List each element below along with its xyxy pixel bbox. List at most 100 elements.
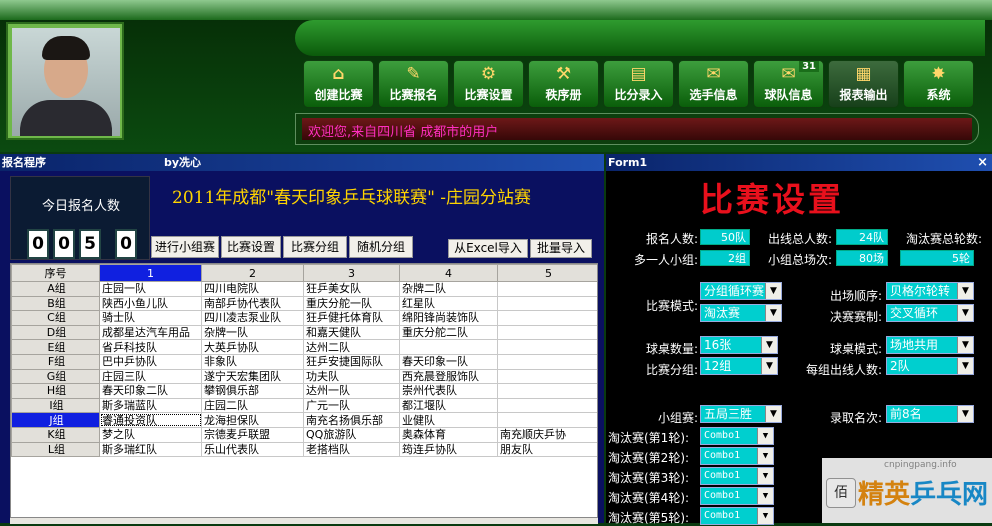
team-cell[interactable]: 崇州代表队 bbox=[399, 383, 498, 399]
team-cell[interactable]: 大英乒协队 bbox=[201, 339, 304, 355]
tab-settings[interactable]: 比赛设置 bbox=[221, 236, 281, 258]
team-cell[interactable]: 骑士队 bbox=[99, 310, 202, 326]
mode-select-1[interactable]: 分组循环赛 ▼ bbox=[700, 282, 782, 300]
nav-button-1[interactable]: ✎ 比赛报名 bbox=[378, 60, 449, 108]
table-mode-select[interactable]: 场地共用 ▼ bbox=[886, 336, 974, 354]
team-cell[interactable]: 广元一队 bbox=[303, 397, 400, 414]
nav-button-7[interactable]: ▦ 报表输出 bbox=[828, 60, 899, 108]
team-cell[interactable]: 老搭档队 bbox=[303, 441, 400, 458]
team-cell[interactable]: 红星队 bbox=[399, 295, 498, 312]
nav-button-2[interactable]: ⚙ 比赛设置 bbox=[453, 60, 524, 108]
team-cell[interactable] bbox=[497, 339, 597, 355]
team-cell[interactable]: 南部乒协代表队 bbox=[201, 295, 304, 312]
row-header[interactable]: G组 bbox=[11, 368, 100, 385]
team-cell[interactable]: 四川电院队 bbox=[201, 281, 304, 297]
tab-group-stage[interactable]: 进行小组赛 bbox=[151, 236, 219, 258]
team-cell[interactable]: 梦之队 bbox=[99, 426, 202, 443]
column-header[interactable]: 5 bbox=[497, 264, 597, 282]
team-cell[interactable]: 巴中乒协队 bbox=[99, 353, 202, 370]
team-cell[interactable]: 乐山代表队 bbox=[201, 441, 304, 458]
team-cell[interactable]: 非象队 bbox=[201, 353, 304, 370]
team-cell[interactable]: 西充晨登服饰队 bbox=[399, 368, 498, 385]
nav-button-4[interactable]: ▤ 比分录入 bbox=[603, 60, 674, 108]
row-header[interactable]: F组 bbox=[11, 353, 100, 370]
team-cell[interactable]: 四川凌志泵业队 bbox=[201, 310, 304, 326]
team-cell[interactable]: 庄园一队 bbox=[99, 281, 202, 297]
team-cell[interactable]: 达州一队 bbox=[303, 383, 400, 399]
team-cell[interactable]: 狂乒安捷国际队 bbox=[303, 353, 400, 370]
nav-button-8[interactable]: ✸ 系统 bbox=[903, 60, 974, 108]
batch-import-button[interactable]: 批量导入 bbox=[530, 239, 592, 258]
groups-select[interactable]: 12组 ▼ bbox=[700, 357, 778, 375]
team-cell[interactable]: 筠连乒协队 bbox=[399, 441, 498, 458]
final-format-select[interactable]: 交叉循环 ▼ bbox=[886, 304, 974, 322]
window-titlebar[interactable]: Form1 × bbox=[606, 154, 992, 171]
team-cell[interactable]: 重庆分舵二队 bbox=[399, 324, 498, 341]
team-cell[interactable]: 狂乒健托体育队 bbox=[303, 310, 400, 326]
row-header[interactable]: B组 bbox=[11, 295, 100, 312]
nav-button-0[interactable]: ⌂ 创建比赛 bbox=[303, 60, 374, 108]
row-header[interactable]: L组 bbox=[11, 441, 100, 458]
knockout-round-select[interactable]: Combo1 ▼ bbox=[700, 427, 774, 445]
close-icon[interactable]: × bbox=[977, 154, 988, 171]
team-cell[interactable] bbox=[497, 412, 597, 428]
tab-random-group[interactable]: 随机分组 bbox=[349, 236, 413, 258]
team-cell[interactable]: 省乒科技队 bbox=[99, 339, 202, 355]
team-cell[interactable]: 宗德麦乒联盟 bbox=[201, 426, 304, 443]
team-cell[interactable]: 春天印象一队 bbox=[399, 353, 498, 370]
team-cell[interactable]: 龙海担保队 bbox=[201, 412, 304, 428]
row-header[interactable]: I组 bbox=[11, 397, 100, 414]
team-cell[interactable]: 和嘉天健队 bbox=[303, 324, 400, 341]
knockout-round-select[interactable]: Combo1 ▼ bbox=[700, 447, 774, 465]
team-cell[interactable]: 达州二队 bbox=[303, 339, 400, 355]
qualify-per-group-select[interactable]: 2队 ▼ bbox=[886, 357, 974, 375]
row-header[interactable]: E组 bbox=[11, 339, 100, 355]
row-header[interactable]: D组 bbox=[11, 324, 100, 341]
team-cell[interactable] bbox=[399, 339, 498, 355]
team-cell[interactable] bbox=[497, 397, 597, 414]
team-cell[interactable] bbox=[497, 353, 597, 370]
nav-button-6[interactable]: ✉ 球队信息 31 bbox=[753, 60, 824, 108]
window-titlebar[interactable]: 报名程序 by冼心 bbox=[0, 154, 604, 171]
team-cell[interactable]: 业健队 bbox=[399, 412, 498, 428]
team-cell[interactable]: 杂牌一队 bbox=[201, 324, 304, 341]
team-cell[interactable]: 重庆分舵一队 bbox=[303, 295, 400, 312]
horizontal-scrollbar[interactable] bbox=[10, 518, 598, 524]
team-cell[interactable]: 绵阳锋尚装饰队 bbox=[399, 310, 498, 326]
team-cell[interactable]: 狂乒美女队 bbox=[303, 281, 400, 297]
tab-grouping[interactable]: 比赛分组 bbox=[283, 236, 347, 258]
team-cell[interactable]: 斯多瑞蓝队 bbox=[99, 397, 202, 414]
team-cell[interactable] bbox=[497, 281, 597, 297]
knockout-round-select[interactable]: Combo1 ▼ bbox=[700, 467, 774, 485]
team-cell[interactable]: 春天印象二队 bbox=[99, 383, 202, 399]
team-cell[interactable]: 庄园二队 bbox=[201, 397, 304, 414]
team-cell[interactable]: 奥森体育 bbox=[399, 426, 498, 443]
row-header[interactable]: A组 bbox=[11, 281, 100, 297]
column-header[interactable]: 序号 bbox=[11, 264, 100, 282]
row-header[interactable]: C组 bbox=[11, 310, 100, 326]
column-header[interactable]: 1 bbox=[99, 264, 202, 282]
team-cell[interactable] bbox=[497, 295, 597, 312]
team-cell[interactable] bbox=[497, 310, 597, 326]
team-cell[interactable]: 功夫队 bbox=[303, 368, 400, 385]
nav-button-3[interactable]: ⚒ 秩序册 bbox=[528, 60, 599, 108]
team-cell[interactable] bbox=[497, 368, 597, 385]
nav-button-5[interactable]: ✉ 选手信息 bbox=[678, 60, 749, 108]
mode-select-2[interactable]: 淘汰赛 ▼ bbox=[700, 304, 782, 322]
knockout-round-select[interactable]: Combo1 ▼ bbox=[700, 507, 774, 525]
team-cell[interactable] bbox=[497, 383, 597, 399]
team-cell[interactable]: QQ旅游队 bbox=[303, 426, 400, 443]
admit-select[interactable]: 前8名 ▼ bbox=[886, 405, 974, 423]
team-cell[interactable]: 庄园三队 bbox=[99, 368, 202, 385]
column-header[interactable]: 2 bbox=[201, 264, 304, 282]
team-cell[interactable]: 睿通投资队 bbox=[99, 412, 202, 428]
team-cell[interactable]: 南充名扬俱乐部 bbox=[303, 412, 400, 428]
row-header[interactable]: K组 bbox=[11, 426, 100, 443]
team-cell[interactable]: 陕西小鱼儿队 bbox=[99, 295, 202, 312]
team-cell[interactable]: 杂牌二队 bbox=[399, 281, 498, 297]
tables-select[interactable]: 16张 ▼ bbox=[700, 336, 778, 354]
team-cell[interactable]: 朋友队 bbox=[497, 441, 597, 458]
team-cell[interactable]: 都江堰队 bbox=[399, 397, 498, 414]
team-cell[interactable] bbox=[497, 324, 597, 341]
knockout-round-select[interactable]: Combo1 ▼ bbox=[700, 487, 774, 505]
